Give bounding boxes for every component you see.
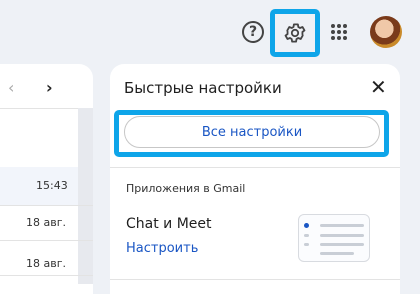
list-divider — [0, 275, 93, 276]
mail-time: 15:43 — [36, 179, 68, 192]
apps-dot — [331, 24, 335, 28]
apps-grid-icon[interactable] — [331, 24, 347, 40]
list-scrollbar[interactable] — [78, 108, 93, 284]
help-icon[interactable]: ? — [242, 21, 264, 43]
list-divider — [0, 205, 93, 206]
configure-link[interactable]: Настроить — [126, 241, 198, 256]
section-divider — [110, 279, 400, 280]
quick-settings-title: Быстрые настройки — [124, 79, 282, 97]
all-settings-button[interactable]: Все настройки — [124, 116, 380, 148]
preview-side-mark — [304, 243, 309, 246]
apps-dot — [337, 30, 341, 34]
avatar[interactable] — [370, 16, 402, 48]
apps-dot — [343, 30, 347, 34]
chat-meet-label: Chat и Meet — [126, 216, 212, 232]
apps-dot — [337, 36, 341, 40]
close-icon[interactable]: ✕ — [370, 77, 387, 97]
preview-line — [320, 243, 364, 246]
preview-line — [320, 234, 364, 237]
preview-line — [320, 252, 354, 255]
mail-time: 18 авг. — [26, 257, 66, 270]
list-divider — [0, 240, 93, 241]
gear-icon — [284, 23, 306, 43]
apps-dot — [337, 24, 341, 28]
preview-side-mark — [304, 234, 309, 237]
next-page-icon[interactable]: › — [46, 78, 53, 97]
apps-dot — [331, 30, 335, 34]
apps-dot — [343, 24, 347, 28]
apps-dot — [331, 36, 335, 40]
preview-line — [320, 224, 364, 227]
mail-time: 18 авг. — [26, 216, 66, 229]
apps-dot — [343, 36, 347, 40]
prev-page-icon[interactable]: ‹ — [8, 78, 14, 97]
apps-in-gmail-heading: Приложения в Gmail — [126, 182, 246, 195]
section-divider — [110, 167, 400, 168]
preview-dot — [304, 223, 309, 228]
settings-button[interactable] — [270, 9, 320, 57]
